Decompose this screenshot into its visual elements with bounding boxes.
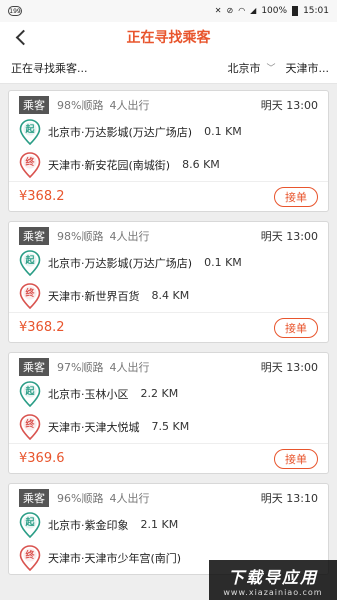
- start-pin-icon: 起: [19, 118, 41, 145]
- order-price: ¥368.2: [19, 320, 65, 335]
- end-pin-label: 终: [25, 550, 35, 561]
- order-card-header: 乘客 97%顺路 4人出行 明天 13:00: [19, 357, 318, 377]
- order-card-header: 乘客 98%顺路 4人出行 明天 13:00: [19, 95, 318, 115]
- end-pin-icon: 终: [19, 151, 41, 178]
- start-location-row: 起 北京市·万达影城(万达广场店) 0.1 KM: [19, 246, 318, 279]
- end-pin-label: 终: [25, 419, 35, 430]
- accept-order-button[interactable]: 接单: [274, 317, 318, 338]
- passenger-tag: 乘客: [19, 489, 49, 507]
- status-right: ✕ ⊘ ◠ ◢ 100% 15:01: [215, 6, 329, 16]
- order-card-footer: ¥368.2 接单: [9, 181, 328, 211]
- no-sim-icon: ⊘: [226, 6, 234, 15]
- mute-icon: ✕: [214, 6, 222, 15]
- signal-icon: ◢: [250, 6, 257, 15]
- to-city-select[interactable]: 天津市...: [286, 60, 330, 76]
- chevron-left-icon: [15, 29, 31, 45]
- accept-order-button[interactable]: 接单: [274, 186, 318, 207]
- end-distance: 8.6 KM: [182, 158, 220, 171]
- departure-time: 明天 13:00: [260, 361, 318, 374]
- start-pin-label: 起: [25, 386, 35, 397]
- start-pin-icon: 起: [19, 511, 41, 538]
- battery-icon: [292, 6, 299, 16]
- watermark-url: www.xiazainiao.com: [223, 587, 323, 597]
- site-watermark: 下载导应用 www.xiazainiao.com: [209, 560, 337, 600]
- start-location-row: 起 北京市·紫金印象 2.1 KM: [19, 508, 318, 541]
- departure-time: 明天 13:10: [260, 492, 318, 505]
- passenger-count: 4人出行: [109, 361, 150, 374]
- start-pin-icon: 起: [19, 249, 41, 276]
- passenger-tag: 乘客: [19, 227, 49, 245]
- start-place: 北京市·紫金印象: [48, 518, 129, 532]
- start-place: 北京市·万达影城(万达广场店): [48, 125, 193, 139]
- departure-time: 明天 13:00: [260, 99, 318, 112]
- start-distance: 0.1 KM: [204, 125, 242, 138]
- start-pin-label: 起: [25, 124, 35, 135]
- end-location-row: 终 天津市·新世界百货 8.4 KM: [19, 279, 318, 312]
- end-pin-label: 终: [25, 288, 35, 299]
- end-pin-label: 终: [25, 157, 35, 168]
- order-price: ¥368.2: [19, 189, 65, 204]
- accept-order-button[interactable]: 接单: [274, 448, 318, 469]
- end-pin-icon: 终: [19, 413, 41, 440]
- end-distance: 7.5 KM: [151, 420, 190, 433]
- route-match: 96%顺路: [57, 492, 104, 505]
- start-place: 北京市·万达影城(万达广场店): [48, 256, 193, 270]
- end-pin-icon: 终: [19, 544, 41, 571]
- page-title: 正在寻找乘客: [126, 30, 211, 46]
- passenger-tag: 乘客: [19, 96, 49, 114]
- start-location-row: 起 北京市·万达影城(万达广场店) 0.1 KM: [19, 115, 318, 148]
- chevron-down-icon: ﹀: [266, 64, 276, 74]
- from-city-label: 北京市: [227, 61, 261, 75]
- battery-percent: 100%: [261, 6, 288, 16]
- start-place: 北京市·玉林小区: [48, 387, 129, 401]
- notification-badge-icon: 199: [8, 6, 22, 16]
- status-bar: 199 ✕ ⊘ ◠ ◢ 100% 15:01: [0, 0, 337, 22]
- status-time: 15:01: [303, 6, 329, 16]
- start-distance: 0.1 KM: [204, 256, 242, 269]
- status-left: 199: [8, 6, 22, 16]
- app-header: 正在寻找乘客: [0, 22, 337, 52]
- route-match: 98%顺路: [57, 230, 104, 243]
- end-place: 天津市·天津市少年宫(南门): [48, 551, 182, 565]
- order-card[interactable]: 乘客 98%顺路 4人出行 明天 13:00 起 北京市·万达影城(万达广场店)…: [8, 90, 329, 212]
- end-place: 天津市·新安花园(南城街): [48, 158, 171, 172]
- wifi-icon: ◠: [238, 6, 246, 15]
- end-location-row: 终 天津市·新安花园(南城街) 8.6 KM: [19, 148, 318, 181]
- start-distance: 2.1 KM: [140, 518, 179, 531]
- start-location-row: 起 北京市·玉林小区 2.2 KM: [19, 377, 318, 410]
- order-card-header: 乘客 98%顺路 4人出行 明天 13:00: [19, 226, 318, 246]
- departure-time: 明天 13:00: [260, 230, 318, 243]
- to-city-label: 天津市...: [285, 61, 330, 75]
- order-card[interactable]: 乘客 97%顺路 4人出行 明天 13:00 起 北京市·玉林小区 2.2 KM…: [8, 352, 329, 474]
- start-distance: 2.2 KM: [140, 387, 179, 400]
- end-location-row: 终 天津市·天津大悦城 7.5 KM: [19, 410, 318, 443]
- route-match: 97%顺路: [57, 361, 104, 374]
- passenger-count: 4人出行: [109, 230, 150, 243]
- back-button[interactable]: [10, 25, 32, 49]
- watermark-title: 下载导应用: [227, 567, 318, 587]
- passenger-tag: 乘客: [19, 358, 49, 376]
- start-pin-label: 起: [25, 255, 35, 266]
- order-card-header: 乘客 96%顺路 4人出行 明天 13:10: [19, 488, 318, 508]
- end-pin-icon: 终: [19, 282, 41, 309]
- order-card-footer: ¥368.2 接单: [9, 312, 328, 342]
- filter-bar: 正在寻找乘客... 北京市 ﹀ 天津市...: [0, 52, 337, 84]
- order-list: 乘客 98%顺路 4人出行 明天 13:00 起 北京市·万达影城(万达广场店)…: [0, 84, 337, 575]
- start-pin-icon: 起: [19, 380, 41, 407]
- order-card-footer: ¥369.6 接单: [9, 443, 328, 473]
- end-place: 天津市·新世界百货: [48, 289, 140, 303]
- passenger-count: 4人出行: [109, 99, 150, 112]
- order-price: ¥369.6: [19, 451, 65, 466]
- order-card[interactable]: 乘客 98%顺路 4人出行 明天 13:00 起 北京市·万达影城(万达广场店)…: [8, 221, 329, 343]
- end-distance: 8.4 KM: [151, 289, 190, 302]
- from-city-select[interactable]: 北京市 ﹀: [227, 60, 275, 76]
- route-match: 98%顺路: [57, 99, 104, 112]
- search-status-text: 正在寻找乘客...: [11, 61, 88, 75]
- passenger-count: 4人出行: [109, 492, 150, 505]
- end-place: 天津市·天津大悦城: [48, 420, 140, 434]
- start-pin-label: 起: [25, 517, 35, 528]
